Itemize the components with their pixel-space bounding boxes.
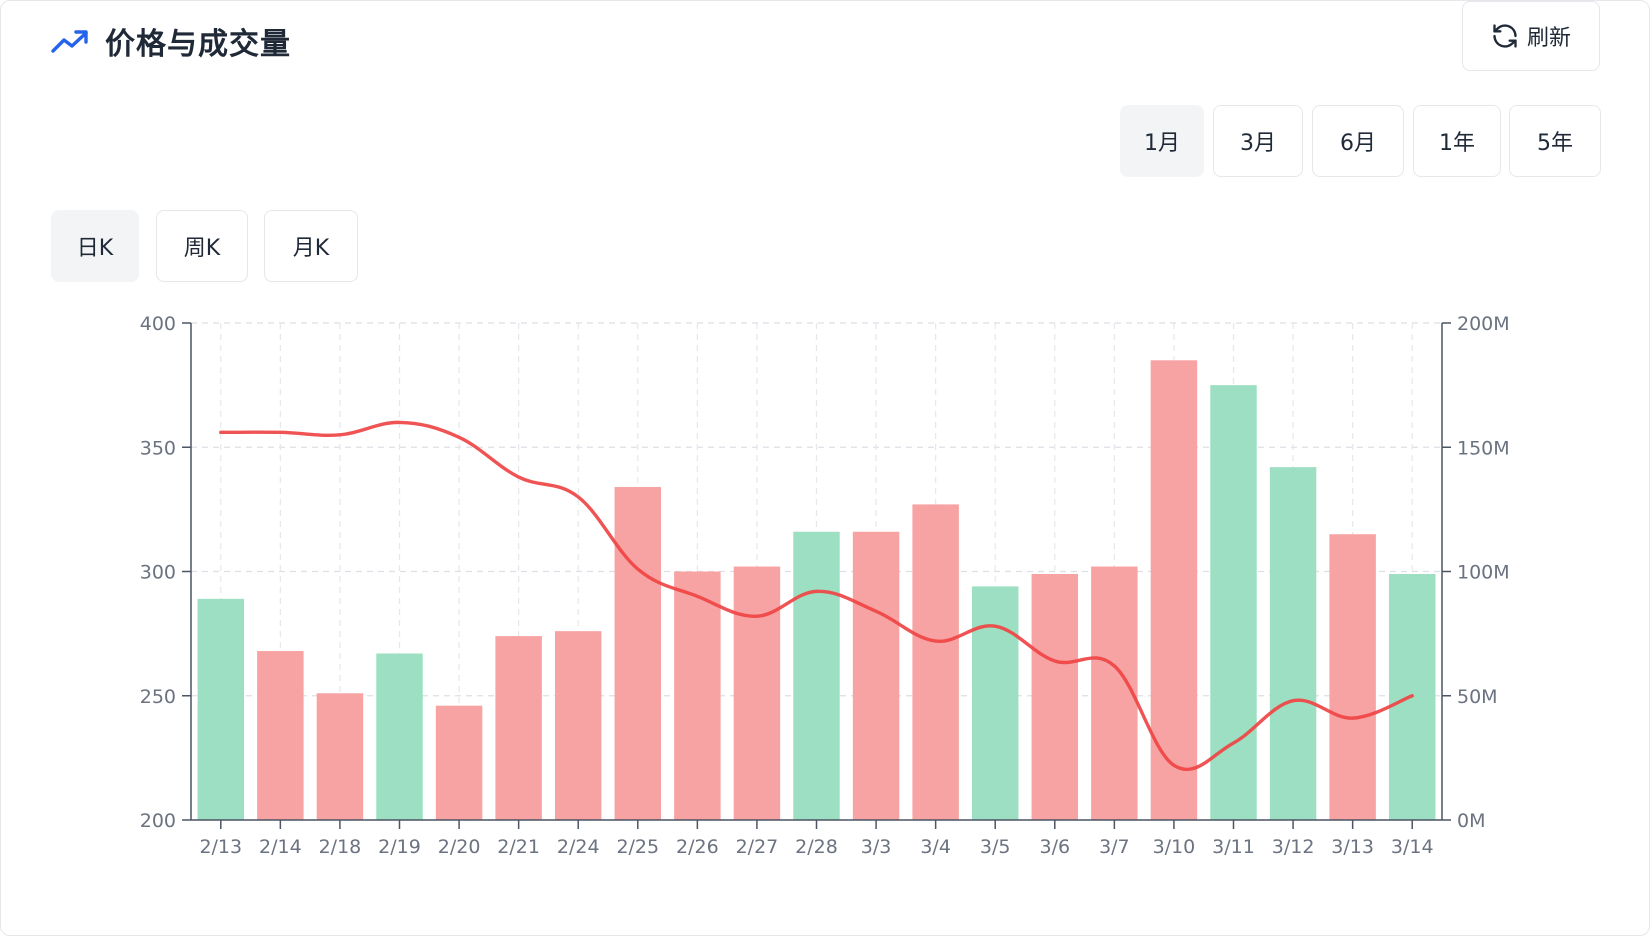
x-tick-label: 2/19 — [378, 836, 421, 858]
y-tick-label-right: 0M — [1457, 810, 1485, 832]
x-tick-label: 3/6 — [1039, 836, 1070, 858]
x-tick-label: 2/26 — [676, 836, 719, 858]
y-tick-label-right: 200M — [1457, 313, 1510, 335]
y-tick-label-right: 100M — [1457, 562, 1510, 584]
x-tick-label: 3/10 — [1153, 836, 1196, 858]
x-tick-label: 2/14 — [259, 836, 302, 858]
y-tick-label-left: 300 — [140, 562, 176, 584]
x-tick-label: 3/14 — [1391, 836, 1434, 858]
y-tick-label-left: 350 — [140, 437, 176, 459]
volume-bar — [912, 504, 959, 820]
x-tick-label: 2/21 — [497, 836, 540, 858]
volume-bar — [435, 705, 483, 820]
volume-bar — [257, 651, 304, 820]
x-tick-label: 2/13 — [199, 836, 242, 858]
y-tick-label-right: 50M — [1457, 686, 1498, 708]
volume-bar — [614, 487, 662, 820]
x-tick-label: 3/7 — [1099, 836, 1130, 858]
x-tick-label: 3/12 — [1272, 836, 1315, 858]
volume-bar — [495, 636, 542, 820]
volume-bar — [376, 653, 423, 820]
volume-bar — [197, 598, 245, 820]
y-tick-label-right: 150M — [1457, 437, 1510, 459]
volume-bar — [971, 586, 1019, 820]
volume-bar — [674, 571, 721, 820]
volume-bar — [852, 531, 900, 820]
price-volume-card: 价格与成交量 刷新 1月 3月 6月 1年 5年 日K 周K 月K 200 250 300 350… — [0, 0, 1650, 936]
y-tick-label-left: 250 — [140, 686, 176, 708]
x-tick-label: 3/13 — [1331, 836, 1374, 858]
x-tick-label: 2/28 — [795, 836, 838, 858]
volume-bar — [316, 693, 364, 820]
volume-bar — [1031, 573, 1079, 820]
y-tick-label-left: 200 — [140, 810, 176, 832]
volume-bar — [1150, 360, 1198, 820]
x-tick-label: 3/3 — [861, 836, 892, 858]
volume-bar — [1269, 467, 1317, 820]
volume-bar — [1091, 566, 1138, 820]
y-tick-label-left: 400 — [140, 313, 176, 335]
x-tick-label: 3/4 — [920, 836, 951, 858]
volume-bar — [1329, 534, 1376, 820]
x-tick-label: 3/5 — [980, 836, 1011, 858]
volume-bar — [554, 631, 602, 820]
price-volume-chart: 200 250 300 350 400 0M 50M 100M 150M 200M 2/13 2/14… — [140, 313, 1510, 858]
x-tick-label: 2/18 — [319, 836, 362, 858]
x-tick-label: 2/24 — [557, 836, 600, 858]
x-tick-label: 3/11 — [1212, 836, 1255, 858]
x-tick-label: 2/25 — [616, 836, 659, 858]
volume-bar — [793, 531, 840, 820]
volume-bar — [733, 566, 781, 820]
x-tick-label: 2/20 — [438, 836, 481, 858]
x-tick-label: 2/27 — [736, 836, 779, 858]
